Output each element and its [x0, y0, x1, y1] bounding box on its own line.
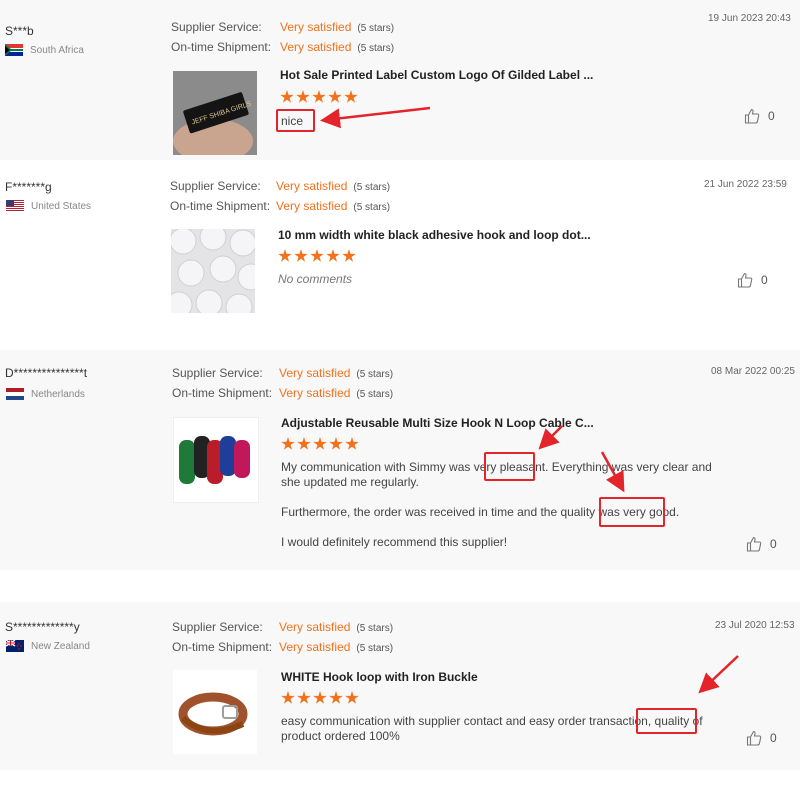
arrow-to-pleasant: [538, 425, 563, 450]
arrow-to-nice: [320, 106, 431, 129]
arrow-to-quality-of: [698, 655, 739, 694]
arrow-to-very-good: [600, 451, 625, 493]
red-arrow-annotations: [320, 106, 739, 694]
